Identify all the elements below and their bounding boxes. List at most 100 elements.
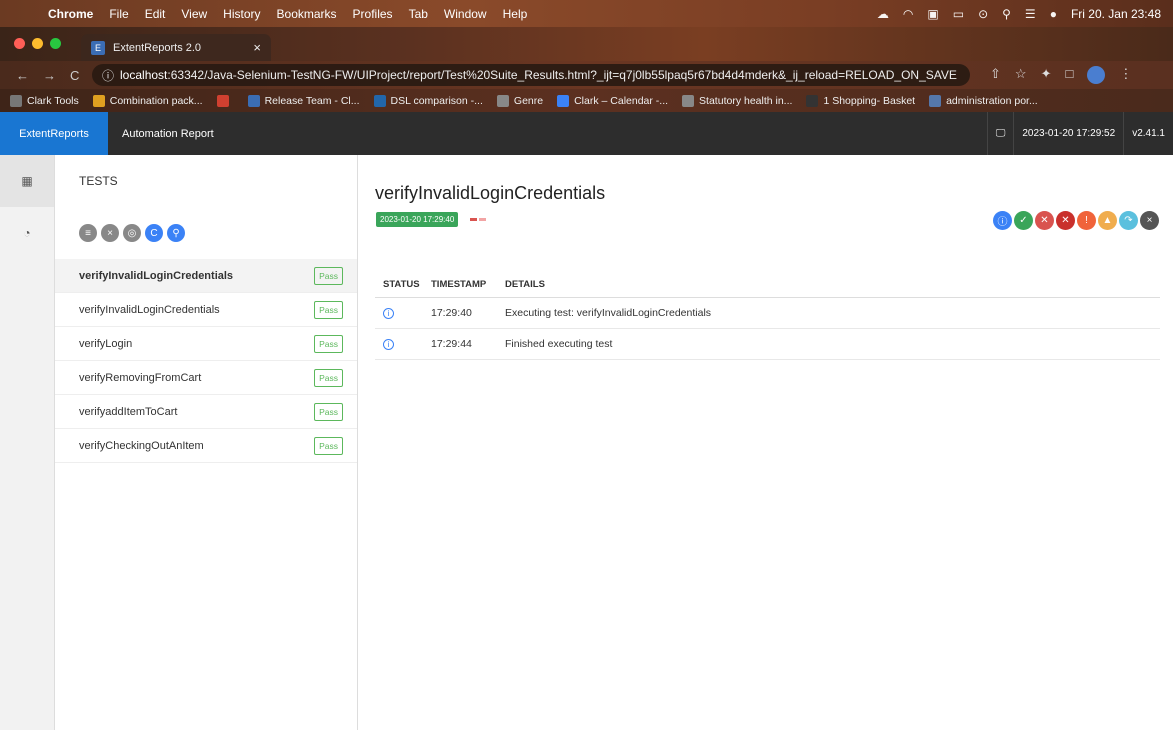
test-detail-panel: verifyInvalidLoginCredentials 2023-01-20… — [358, 155, 1173, 730]
macos-menu-bar: Chrome File Edit View History Bookmarks … — [0, 0, 1173, 27]
menu-help[interactable]: Help — [495, 7, 536, 21]
skip-status-icon[interactable]: ↷ — [1119, 211, 1138, 230]
tests-view-icon[interactable]: ▦ — [0, 155, 54, 207]
status-badge: Pass — [314, 300, 343, 319]
menu-window[interactable]: Window — [436, 7, 495, 21]
brand-logo[interactable]: ExtentReports — [0, 112, 108, 155]
wifi-icon[interactable]: ◠ — [903, 7, 913, 21]
test-list-item[interactable]: verifyInvalidLoginCredentials Pass — [55, 259, 357, 293]
log-details: Finished executing test — [497, 328, 1160, 360]
test-name: verifyCheckingOutAnItem — [79, 439, 204, 452]
site-info-icon[interactable]: ⓘ — [102, 67, 114, 84]
spotlight-search-icon[interactable]: ⚲ — [1002, 7, 1011, 21]
test-list-item[interactable]: verifyCheckingOutAnItem Pass — [55, 429, 357, 463]
bookmarks-bar: Clark Tools Combination pack... Release Te… — [0, 89, 1173, 112]
test-list-item[interactable]: verifyInvalidLoginCredentials Pass — [55, 293, 357, 327]
col-status: STATUS — [375, 273, 423, 298]
bookmark-item[interactable]: Statutory health in... — [682, 94, 792, 107]
test-list-item[interactable]: verifyRemovingFromCart Pass — [55, 361, 357, 395]
menu-file[interactable]: File — [101, 7, 136, 21]
tests-header: TESTS — [79, 174, 118, 188]
bookmark-label: 1 Shopping- Basket — [823, 94, 916, 107]
address-bar[interactable]: ⓘ localhost:63342/Java-Selenium-TestNG-F… — [92, 64, 970, 86]
bookmark-star-icon[interactable]: ☆ — [1015, 66, 1027, 84]
extension-icon[interactable]: ✦ — [1041, 66, 1052, 84]
tab-favicon-icon: E — [91, 40, 105, 55]
duration-dash-red — [470, 218, 477, 221]
bookmark-item[interactable]: Clark Tools — [10, 94, 79, 107]
run-datetime: 2023-01-20 17:29:52 — [1013, 112, 1123, 155]
menu-datetime[interactable]: Fri 20. Jan 23:48 — [1071, 7, 1161, 21]
bookmark-item[interactable]: administration por... — [929, 94, 1038, 107]
app-status-icon[interactable]: ▣ — [927, 7, 938, 21]
test-list-panel: TESTS ≡ × ◎ C ⚲ verifyInvalidLoginCreden… — [55, 155, 358, 730]
monitor-icon[interactable]: 🖵 — [986, 112, 1014, 155]
url-path: :63342/Java-Selenium-TestNG-FW/UIProject… — [167, 68, 957, 82]
test-log-table: STATUS TIMESTAMP DETAILS i 17:29:40 Execut… — [375, 273, 1160, 360]
bookmark-item[interactable]: Release Team - Cl... — [247, 94, 360, 107]
bookmark-favicon-icon — [373, 94, 386, 107]
bookmark-item[interactable]: 1 Shopping- Basket — [806, 94, 916, 107]
menu-history[interactable]: History — [215, 7, 268, 21]
battery-icon[interactable]: ▭ — [953, 7, 964, 21]
siri-icon[interactable]: ● — [1050, 7, 1057, 21]
menu-profiles[interactable]: Profiles — [345, 7, 401, 21]
dashboard-view-icon[interactable]: ◔ — [0, 207, 54, 259]
bookmark-favicon-icon — [682, 94, 695, 107]
bookmark-item[interactable]: Clark – Calendar -... — [557, 94, 668, 107]
profile-avatar[interactable] — [1087, 66, 1106, 84]
col-details: DETAILS — [497, 273, 1160, 298]
fatal-status-icon[interactable]: ✕ — [1056, 211, 1075, 230]
pass-status-icon[interactable]: ✓ — [1014, 211, 1033, 230]
list-filter-icon[interactable]: ≡ — [79, 224, 97, 242]
bookmark-favicon-icon — [806, 94, 819, 107]
status-badge: Pass — [314, 436, 343, 455]
log-status-cell: i — [375, 328, 423, 360]
bookmark-item[interactable]: Genre — [496, 94, 544, 107]
close-window-button[interactable] — [14, 38, 25, 49]
menu-edit[interactable]: Edit — [137, 7, 174, 21]
category-filter-icon[interactable]: ◎ — [123, 224, 141, 242]
more-menu-icon[interactable]: ⋮ — [1119, 66, 1132, 84]
log-time: 17:29:44 — [423, 328, 497, 360]
bookmark-label: Combination pack... — [109, 94, 203, 107]
bookmark-label: Genre — [513, 94, 544, 107]
reload-icon[interactable]: C — [70, 68, 79, 83]
tab-title: ExtentReports 2.0 — [113, 41, 202, 54]
window-controls — [0, 38, 73, 61]
back-arrow-icon[interactable]: ← — [16, 68, 29, 83]
bookmark-item[interactable]: Combination pack... — [92, 94, 203, 107]
cloud-icon[interactable]: ☁ — [877, 7, 889, 21]
minimize-window-button[interactable] — [32, 38, 43, 49]
clear-status-icon[interactable]: × — [1140, 211, 1159, 230]
test-name: verifyInvalidLoginCredentials — [79, 269, 234, 282]
sidepanel-icon[interactable]: □ — [1065, 66, 1073, 84]
clear-filter-icon[interactable]: × — [101, 224, 119, 242]
menu-bookmarks[interactable]: Bookmarks — [269, 7, 345, 21]
browser-tab-active[interactable]: E ExtentReports 2.0 × — [81, 34, 271, 61]
control-center-icon[interactable]: ☰ — [1025, 7, 1036, 21]
share-icon[interactable]: ⇧ — [990, 66, 1001, 84]
refresh-filter-icon[interactable]: C — [145, 224, 163, 242]
menu-view[interactable]: View — [173, 7, 215, 21]
info-status-icon[interactable]: ⓘ — [993, 211, 1012, 230]
bookmark-item[interactable]: DSL comparison -... — [373, 94, 483, 107]
menu-app-name[interactable]: Chrome — [40, 7, 101, 21]
fail-status-icon[interactable]: ✕ — [1035, 211, 1054, 230]
forward-arrow-icon[interactable]: → — [43, 68, 56, 83]
tab-close-icon[interactable]: × — [253, 40, 261, 55]
play-icon[interactable]: ⊙ — [978, 7, 988, 21]
zoom-window-button[interactable] — [50, 38, 61, 49]
bookmark-item[interactable] — [216, 94, 234, 107]
info-icon: i — [383, 338, 394, 350]
error-status-icon[interactable]: ! — [1077, 211, 1096, 230]
menu-tab[interactable]: Tab — [401, 7, 436, 21]
test-name: verifyLogin — [79, 337, 133, 350]
log-status-cell: i — [375, 297, 423, 329]
test-list-item[interactable]: verifyLogin Pass — [55, 327, 357, 361]
status-badge: Pass — [314, 368, 343, 387]
search-icon[interactable]: ⚲ — [167, 224, 185, 242]
view-switcher-rail: ▦ ◔ — [0, 155, 55, 730]
warning-status-icon[interactable]: ▲ — [1098, 211, 1117, 230]
test-list-item[interactable]: verifyaddItemToCart Pass — [55, 395, 357, 429]
